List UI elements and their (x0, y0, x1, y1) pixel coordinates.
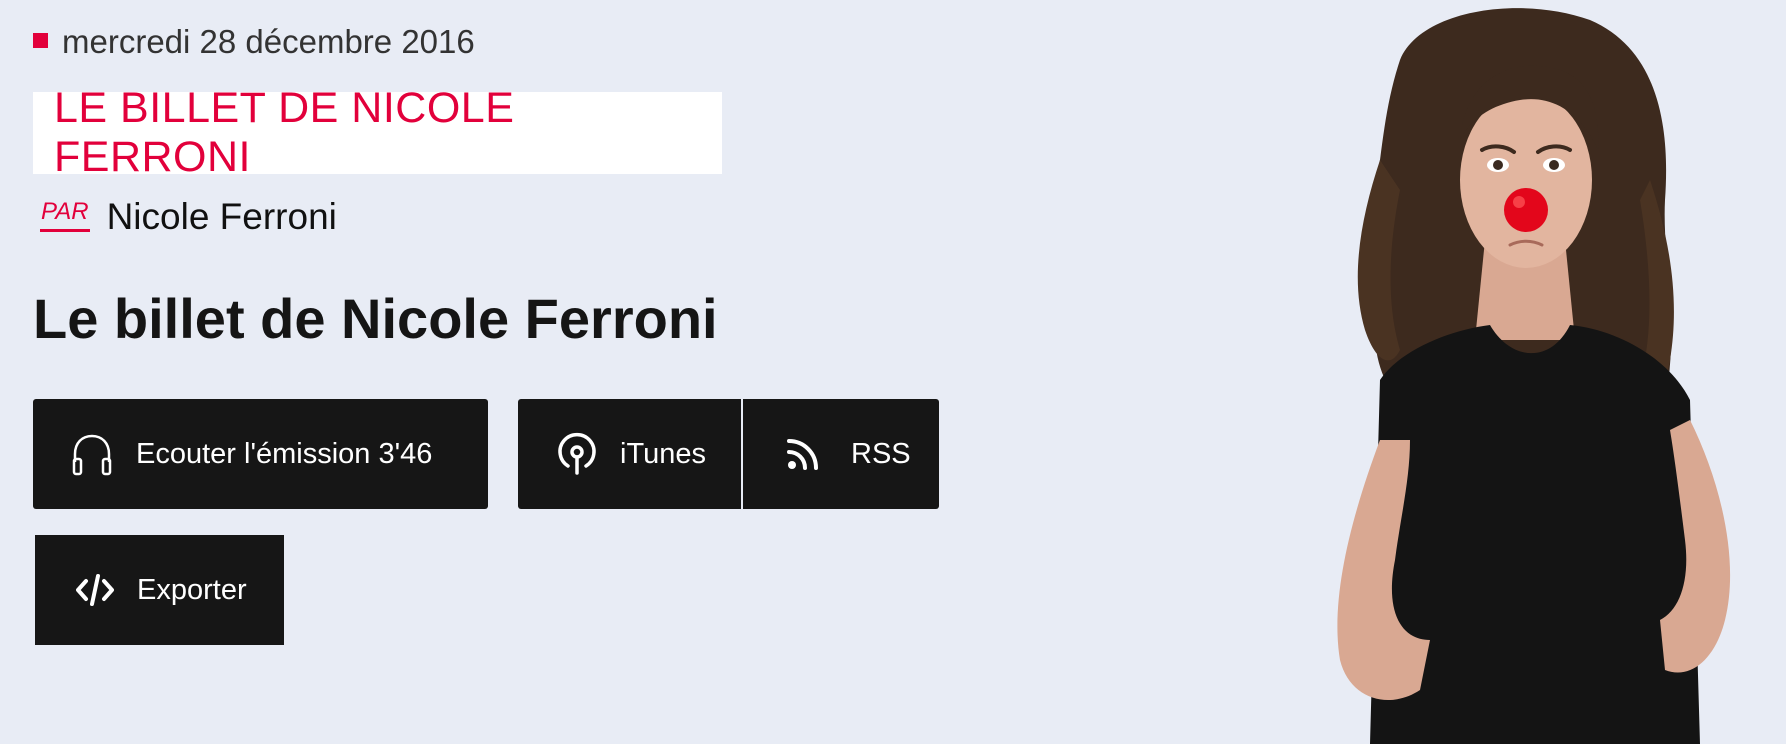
rss-button-label: RSS (851, 437, 911, 470)
listen-button[interactable]: Ecouter l'émission 3'46 (33, 399, 488, 509)
itunes-button[interactable]: iTunes (518, 399, 741, 509)
export-button[interactable]: Exporter (35, 535, 284, 645)
podcast-icon (558, 432, 596, 475)
show-tag[interactable]: LE BILLET DE NICOLE FERRONI (33, 84, 722, 181)
date-row: mercredi 28 décembre 2016 (33, 20, 475, 64)
date-marker (33, 32, 48, 48)
page-title: Le billet de Nicole Ferroni (33, 287, 718, 350)
publication-date: mercredi 28 décembre 2016 (62, 23, 475, 60)
itunes-button-label: iTunes (620, 437, 706, 470)
author-row: PAR Nicole Ferroni (40, 196, 337, 238)
rss-button[interactable]: RSS (743, 399, 939, 509)
host-portrait (1337, 8, 1731, 744)
author-prefix: PAR (40, 198, 90, 232)
export-button-label: Exporter (137, 573, 247, 606)
author-name[interactable]: Nicole Ferroni (107, 196, 337, 238)
rss-icon (787, 439, 818, 470)
page: mercredi 28 décembre 2016 LE BILLET DE N… (0, 0, 1786, 744)
headphones-icon (72, 434, 112, 476)
show-tag-label[interactable]: LE BILLET DE NICOLE FERRONI (54, 84, 722, 182)
listen-button-label: Ecouter l'émission 3'46 (136, 437, 433, 470)
code-icon (76, 574, 114, 606)
